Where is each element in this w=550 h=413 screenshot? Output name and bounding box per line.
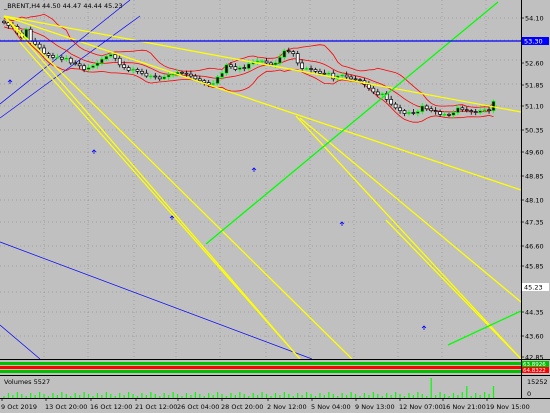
- symbol-label: _BRENT,H4: [3, 2, 40, 10]
- volume-pane[interactable]: [0, 376, 521, 398]
- svg-text:49.60: 49.60: [525, 149, 544, 157]
- svg-text:15252: 15252: [527, 378, 548, 386]
- svg-text:64.8322: 64.8322: [523, 368, 546, 374]
- svg-text:26 Oct 04:00: 26 Oct 04:00: [177, 403, 219, 411]
- svg-text:2 Nov 12:00: 2 Nov 12:00: [267, 403, 307, 411]
- svg-text:51.10: 51.10: [525, 103, 544, 111]
- svg-text:48.85: 48.85: [525, 173, 544, 181]
- svg-text:45.23: 45.23: [524, 284, 543, 292]
- volume-label: Volumes 5527: [4, 378, 50, 386]
- svg-text:42.85: 42.85: [525, 354, 544, 362]
- svg-text:54.10: 54.10: [525, 15, 544, 23]
- svg-text:44.35: 44.35: [525, 309, 544, 317]
- svg-text:16 Nov 21:00: 16 Nov 21:00: [442, 403, 486, 411]
- svg-text:9 Nov 13:00: 9 Nov 13:00: [355, 403, 395, 411]
- svg-text:52.60: 52.60: [525, 60, 544, 68]
- svg-text:9 Oct 2019: 9 Oct 2019: [1, 403, 37, 411]
- svg-text:50.35: 50.35: [525, 127, 544, 135]
- main-price-pane[interactable]: [0, 0, 521, 359]
- mt4-chart-window[interactable]: 54.10 53.30 52.60 51.85 51.10 50.35 49.60 48.85…: [0, 0, 550, 413]
- svg-text:28 Oct 20:00: 28 Oct 20:00: [221, 403, 263, 411]
- svg-text:43.60: 43.60: [525, 333, 544, 341]
- svg-text:13 Oct 20:00: 13 Oct 20:00: [45, 403, 87, 411]
- ohlc-readout: 44.50 44.47 44.44 45.23: [42, 2, 123, 10]
- svg-text:45.85: 45.85: [525, 263, 544, 271]
- svg-text:46.60: 46.60: [525, 243, 544, 251]
- svg-text:48.10: 48.10: [525, 197, 544, 205]
- svg-text:12 Nov 07:00: 12 Nov 07:00: [399, 403, 443, 411]
- svg-text:5 Nov 04:00: 5 Nov 04:00: [311, 403, 351, 411]
- svg-text:16 Oct 12:00: 16 Oct 12:00: [90, 403, 132, 411]
- svg-text:51.85: 51.85: [525, 82, 544, 90]
- svg-text:21 Oct 12:00: 21 Oct 12:00: [135, 403, 177, 411]
- svg-text:53.30: 53.30: [524, 38, 543, 46]
- svg-text:47.35: 47.35: [525, 219, 544, 227]
- svg-text:0: 0: [527, 390, 531, 398]
- svg-text:19 Nov 15:00: 19 Nov 15:00: [486, 403, 530, 411]
- indicator-bands: [0, 362, 521, 373]
